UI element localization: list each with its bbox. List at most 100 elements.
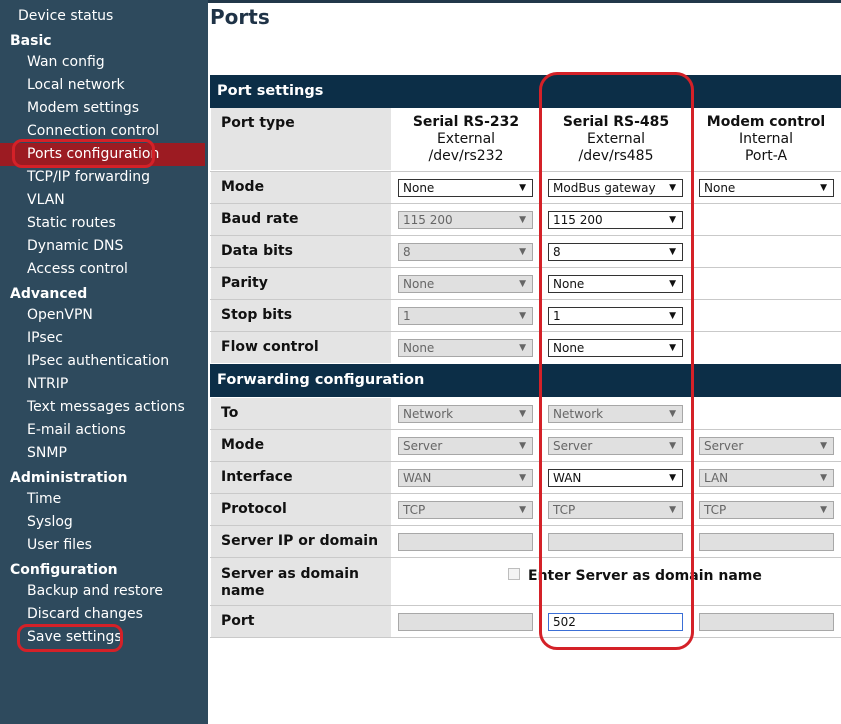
rs485-port-input[interactable]: 502 bbox=[548, 613, 683, 631]
sidebar-item-ntrip[interactable]: NTRIP bbox=[27, 374, 68, 394]
rs232-baud-rate-select[interactable]: 115 200 ▼ bbox=[398, 211, 533, 229]
select-value: 1 bbox=[403, 309, 411, 323]
sidebar-item-ports-configuration[interactable]: Ports configuration bbox=[27, 144, 159, 164]
triangle-down-icon: ▼ bbox=[669, 279, 676, 289]
sidebar-item-user-files[interactable]: User files bbox=[27, 535, 92, 555]
rs232-data-bits-select[interactable]: 8 ▼ bbox=[398, 243, 533, 261]
sidebar-item-local-network[interactable]: Local network bbox=[27, 75, 125, 95]
rs485-mode-select[interactable]: ModBus gateway ▼ bbox=[548, 179, 683, 197]
modem-mode-select[interactable]: None ▼ bbox=[699, 179, 834, 197]
rs485-stop-bits-select[interactable]: 1 ▼ bbox=[548, 307, 683, 325]
rs485-baud-rate-select[interactable]: 115 200 ▼ bbox=[548, 211, 683, 229]
select-value: 8 bbox=[403, 245, 411, 259]
modem-server-ip-input[interactable] bbox=[699, 533, 834, 551]
rs485-fwd-mode-select[interactable]: Server ▼ bbox=[548, 437, 683, 455]
rs232-to-select[interactable]: Network ▼ bbox=[398, 405, 533, 423]
sidebar-item-connection-control[interactable]: Connection control bbox=[27, 121, 159, 141]
triangle-down-icon: ▼ bbox=[519, 311, 526, 321]
column-location: External bbox=[586, 131, 646, 147]
sidebar-item-time[interactable]: Time bbox=[27, 489, 61, 509]
select-value: Server bbox=[403, 439, 443, 453]
rs232-stop-bits-select[interactable]: 1 ▼ bbox=[398, 307, 533, 325]
sidebar-item-dynamic-dns[interactable]: Dynamic DNS bbox=[27, 236, 123, 256]
sidebar-item-text-messages-actions[interactable]: Text messages actions bbox=[27, 397, 185, 417]
sidebar-item-email-actions[interactable]: E-mail actions bbox=[27, 420, 126, 440]
select-value: None bbox=[403, 277, 435, 291]
row-label-stop-bits: Stop bits bbox=[211, 300, 391, 331]
modem-interface-select[interactable]: LAN ▼ bbox=[699, 469, 834, 487]
triangle-down-icon: ▼ bbox=[669, 343, 676, 353]
sidebar-item-syslog[interactable]: Syslog bbox=[27, 512, 73, 532]
triangle-down-icon: ▼ bbox=[519, 441, 526, 451]
triangle-down-icon: ▼ bbox=[669, 311, 676, 321]
sidebar-item-static-routes[interactable]: Static routes bbox=[27, 213, 116, 233]
triangle-down-icon: ▼ bbox=[519, 409, 526, 419]
triangle-down-icon: ▼ bbox=[820, 441, 827, 451]
select-value: Network bbox=[553, 407, 604, 421]
rs232-parity-select[interactable]: None ▼ bbox=[398, 275, 533, 293]
sidebar-item-openvpn[interactable]: OpenVPN bbox=[27, 305, 93, 325]
row-divider bbox=[210, 637, 841, 638]
sidebar-section-configuration: Configuration bbox=[10, 562, 118, 578]
triangle-down-icon: ▼ bbox=[519, 473, 526, 483]
triangle-down-icon: ▼ bbox=[519, 505, 526, 515]
triangle-down-icon: ▼ bbox=[519, 215, 526, 225]
triangle-down-icon: ▼ bbox=[519, 343, 526, 353]
row-label-fwd-mode: Mode bbox=[211, 430, 391, 461]
sidebar-item-wan-config[interactable]: Wan config bbox=[27, 52, 105, 72]
triangle-down-icon: ▼ bbox=[820, 473, 827, 483]
server-as-domain-checkbox-label[interactable]: Enter Server as domain name bbox=[528, 568, 762, 584]
sidebar-item-vlan[interactable]: VLAN bbox=[27, 190, 65, 210]
rs232-interface-select[interactable]: WAN ▼ bbox=[398, 469, 533, 487]
rs485-server-ip-input[interactable] bbox=[548, 533, 683, 551]
rs232-mode-select[interactable]: None ▼ bbox=[398, 179, 533, 197]
rs485-flow-control-select[interactable]: None ▼ bbox=[548, 339, 683, 357]
select-value: Network bbox=[403, 407, 454, 421]
sidebar-item-discard-changes[interactable]: Discard changes bbox=[27, 604, 143, 624]
triangle-down-icon: ▼ bbox=[669, 505, 676, 515]
column-header-modem: Modem control Internal Port-A bbox=[691, 114, 841, 165]
rs485-data-bits-select[interactable]: 8 ▼ bbox=[548, 243, 683, 261]
rs232-fwd-mode-select[interactable]: Server ▼ bbox=[398, 437, 533, 455]
sidebar-item-backup-restore[interactable]: Backup and restore bbox=[27, 581, 163, 601]
sidebar-item-device-status[interactable]: Device status bbox=[18, 6, 113, 26]
select-value: Server bbox=[704, 439, 744, 453]
column-location: External bbox=[436, 131, 496, 147]
rs232-flow-control-select[interactable]: None ▼ bbox=[398, 339, 533, 357]
select-value: Server bbox=[553, 439, 593, 453]
sidebar-item-tcpip-forwarding[interactable]: TCP/IP forwarding bbox=[27, 167, 150, 187]
section-header-label: Port settings bbox=[217, 83, 324, 99]
row-label-protocol: Protocol bbox=[211, 494, 391, 525]
rs485-to-select[interactable]: Network ▼ bbox=[548, 405, 683, 423]
modem-protocol-select[interactable]: TCP ▼ bbox=[699, 501, 834, 519]
rs232-protocol-select[interactable]: TCP ▼ bbox=[398, 501, 533, 519]
row-label-port-type: Port type bbox=[211, 108, 391, 170]
row-label-data-bits: Data bits bbox=[211, 236, 391, 267]
rs485-parity-select[interactable]: None ▼ bbox=[548, 275, 683, 293]
section-header-label: Forwarding configuration bbox=[217, 372, 425, 388]
sidebar-item-modem-settings[interactable]: Modem settings bbox=[27, 98, 139, 118]
select-value: WAN bbox=[553, 471, 582, 485]
sidebar-item-snmp[interactable]: SNMP bbox=[27, 443, 67, 463]
rs485-protocol-select[interactable]: TCP ▼ bbox=[548, 501, 683, 519]
rs232-server-ip-input[interactable] bbox=[398, 533, 533, 551]
column-device: Port-A bbox=[744, 148, 788, 164]
page-title: Ports bbox=[210, 5, 270, 29]
rs485-interface-select[interactable]: WAN ▼ bbox=[548, 469, 683, 487]
rs232-port-input[interactable] bbox=[398, 613, 533, 631]
select-value: 115 200 bbox=[403, 213, 453, 227]
triangle-down-icon: ▼ bbox=[669, 215, 676, 225]
sidebar-item-save-settings[interactable]: Save settings bbox=[27, 627, 122, 647]
sidebar: Device status Basic Wan config Local net… bbox=[0, 0, 208, 724]
modem-fwd-mode-select[interactable]: Server ▼ bbox=[699, 437, 834, 455]
select-value: None bbox=[704, 181, 736, 195]
select-value: TCP bbox=[553, 503, 576, 517]
select-value: 1 bbox=[553, 309, 561, 323]
select-value: TCP bbox=[704, 503, 727, 517]
modem-port-input[interactable] bbox=[699, 613, 834, 631]
sidebar-item-ipsec[interactable]: IPsec bbox=[27, 328, 63, 348]
server-as-domain-checkbox[interactable] bbox=[508, 568, 520, 580]
triangle-down-icon: ▼ bbox=[519, 247, 526, 257]
sidebar-item-ipsec-authentication[interactable]: IPsec authentication bbox=[27, 351, 169, 371]
sidebar-item-access-control[interactable]: Access control bbox=[27, 259, 128, 279]
